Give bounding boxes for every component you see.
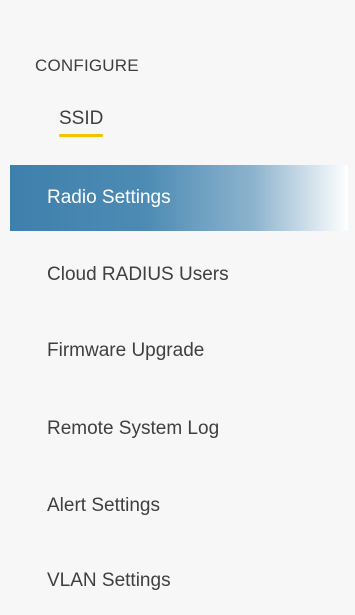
sidebar-item-ssid[interactable]: SSID [0, 96, 330, 142]
sidebar-item-label: Cloud RADIUS Users [47, 264, 229, 285]
configure-sidebar: CONFIGURE SSID Radio Settings Cloud RADI… [0, 0, 355, 615]
sidebar-item-label: Remote System Log [47, 418, 220, 439]
section-heading-configure: CONFIGURE [35, 56, 139, 75]
sidebar-item-alert-settings[interactable]: Alert Settings [0, 473, 330, 539]
sidebar-item-label: Firmware Upgrade [47, 340, 205, 361]
sidebar-item-remote-system-log[interactable]: Remote System Log [0, 396, 330, 462]
sidebar-item-ssid-label: SSID [59, 108, 104, 137]
sidebar-item-firmware-upgrade[interactable]: Firmware Upgrade [0, 318, 330, 384]
sidebar-item-label: VLAN Settings [47, 570, 171, 591]
sidebar-item-vlan-settings[interactable]: VLAN Settings [0, 548, 330, 614]
active-underline [59, 134, 104, 137]
sidebar-item-radio-settings[interactable]: Radio Settings [10, 165, 348, 231]
sidebar-item-label: Alert Settings [47, 495, 160, 516]
sidebar-item-cloud-radius-users[interactable]: Cloud RADIUS Users [0, 242, 330, 308]
sidebar-item-ssid-text: SSID [59, 108, 104, 129]
sidebar-item-label: Radio Settings [47, 187, 171, 208]
